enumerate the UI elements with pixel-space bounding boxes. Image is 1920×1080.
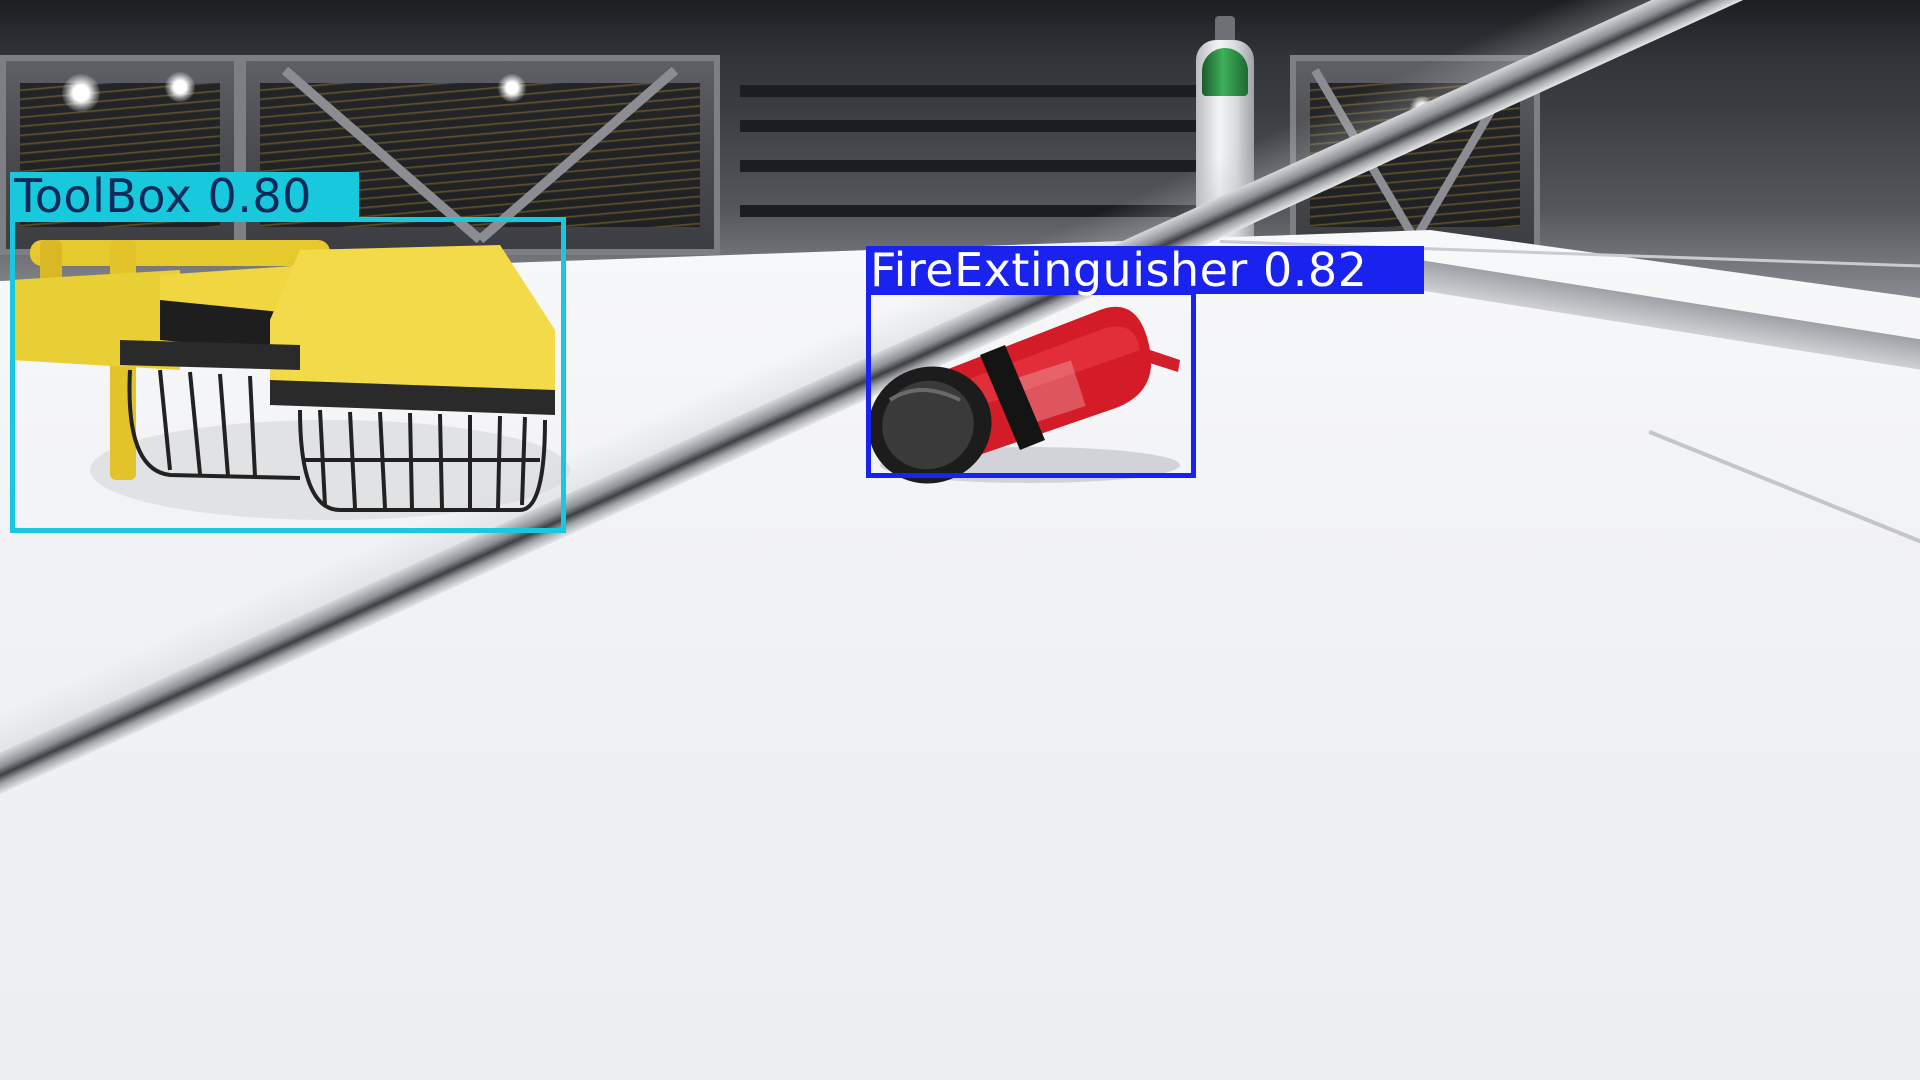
ceiling-light — [165, 72, 195, 102]
rack-shelf — [740, 120, 1200, 132]
ceiling-light — [498, 74, 526, 102]
gas-cylinder-cap — [1202, 48, 1248, 96]
toolbox-bounding-box — [10, 217, 566, 533]
ceiling-light — [62, 74, 100, 112]
rack-shelf — [740, 160, 1200, 172]
fire-extinguisher-bounding-box — [866, 290, 1196, 478]
toolbox-detection-label: ToolBox 0.80 — [10, 172, 359, 220]
fire-extinguisher-detection-label: FireExtinguisher 0.82 — [866, 246, 1424, 294]
rack-shelf — [740, 85, 1200, 97]
